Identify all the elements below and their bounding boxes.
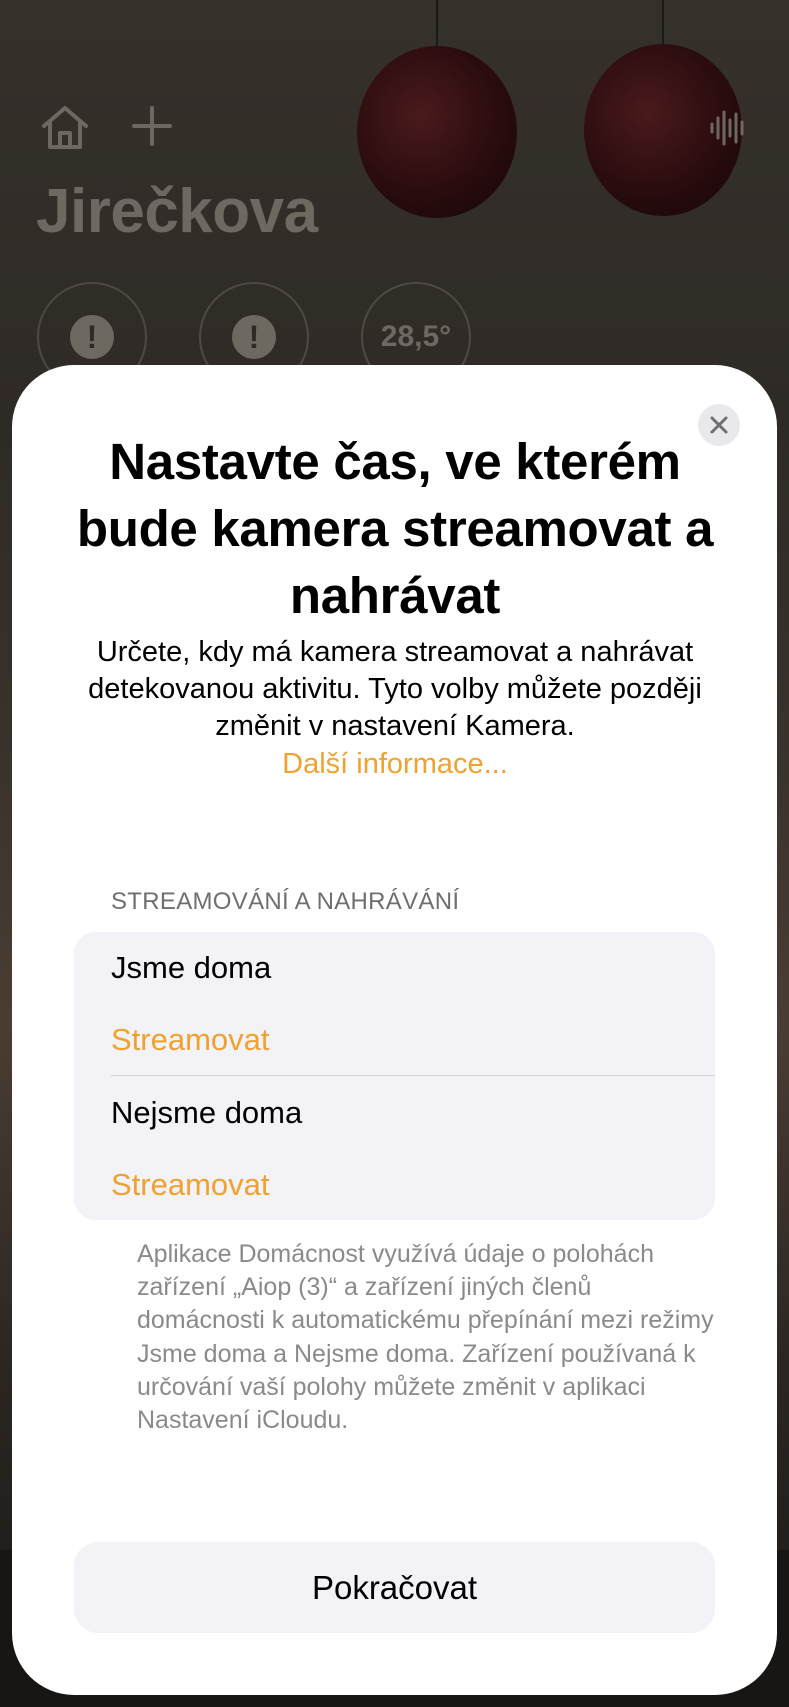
lamp-cord <box>436 0 438 48</box>
temperature-value: 28,5° <box>380 320 452 353</box>
more-info-link[interactable]: Další informace... <box>60 746 730 783</box>
continue-button[interactable]: Pokračovat <box>74 1542 715 1633</box>
row-label-away[interactable]: Nejsme doma <box>111 1095 302 1131</box>
row-value-home[interactable]: Streamovat <box>111 1022 270 1058</box>
alert-icon: ! <box>232 315 276 359</box>
row-label-home[interactable]: Jsme doma <box>111 950 271 986</box>
home-icon[interactable] <box>40 104 90 150</box>
row-value-away[interactable]: Streamovat <box>111 1167 270 1203</box>
section-header: STREAMOVÁNÍ A NAHRÁVÁNÍ <box>111 888 460 915</box>
row-divider <box>111 1075 715 1076</box>
sheet-title: Nastavte čas, ve kterém bude kamera stre… <box>76 433 714 624</box>
alert-icon: ! <box>70 315 114 359</box>
plus-icon[interactable] <box>130 104 174 148</box>
lamp-image <box>357 46 517 218</box>
location-footnote: Aplikace Domácnost využívá údaje o poloh… <box>137 1240 714 1435</box>
waveform-icon[interactable] <box>708 108 748 148</box>
home-title: Jirečkova <box>36 177 318 246</box>
lamp-cord <box>662 0 664 46</box>
sheet-description: Určete, kdy má kamera streamovat a nahrá… <box>88 636 702 742</box>
